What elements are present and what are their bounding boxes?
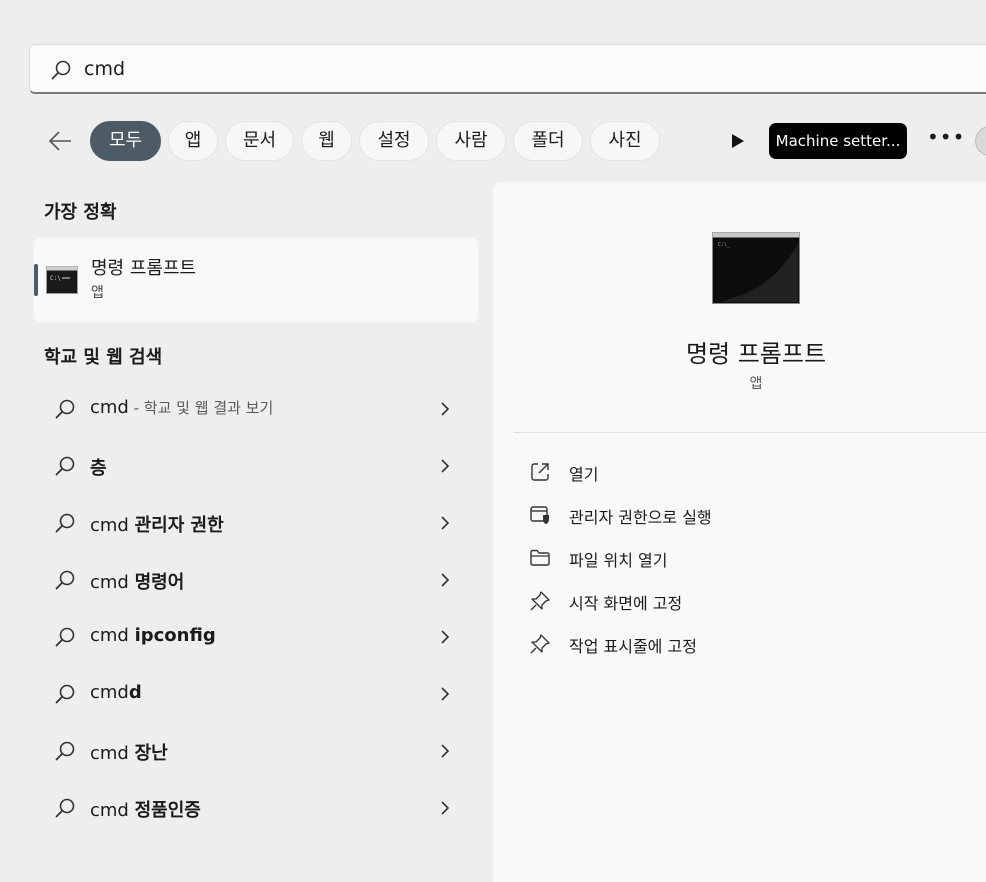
chevron-right-icon [438, 570, 452, 594]
action-label: 관리자 권한으로 실행 [569, 508, 712, 527]
preview-subtitle: 앱 [749, 376, 763, 392]
command-prompt-icon: C:\_ [712, 232, 800, 308]
avatar[interactable] [975, 126, 986, 156]
divider [514, 432, 986, 433]
list-item[interactable]: cmd 장난 [34, 726, 478, 776]
best-match-name: 명령 프롬프트 [91, 258, 197, 279]
search-icon [50, 59, 72, 85]
svg-text:C:\_: C:\_ [718, 242, 731, 248]
result-query: cmd [90, 572, 135, 593]
search-icon [54, 512, 76, 538]
search-icon [54, 398, 76, 424]
result-query: cmd [90, 625, 135, 646]
folder-icon [529, 547, 551, 573]
filter-chip-folders[interactable]: 폴더 [513, 121, 583, 161]
filter-chip-people[interactable]: 사람 [436, 121, 506, 161]
search-icon [54, 683, 76, 709]
filter-chip-photos[interactable]: 사진 [590, 121, 660, 161]
list-item[interactable]: cmd ipconfig [34, 612, 478, 662]
search-icon [54, 740, 76, 766]
svg-text:C:\: C:\ [50, 275, 61, 282]
chevron-right-icon [438, 684, 452, 708]
play-icon[interactable] [728, 131, 748, 151]
result-query: cmd [90, 397, 129, 418]
list-item[interactable]: cmd - 학교 및 웹 결과 보기 [34, 384, 478, 434]
result-suffix: 정품인증 [134, 800, 201, 821]
action-label: 열기 [569, 465, 599, 484]
list-item[interactable]: 층 [34, 441, 478, 491]
search-icon [54, 626, 76, 652]
result-suffix: 명령어 [134, 572, 185, 593]
selection-indicator [34, 264, 38, 296]
chevron-right-icon [438, 741, 452, 765]
result-detail: - 학교 및 웹 결과 보기 [128, 399, 274, 417]
preview-title: 명령 프롬프트 [685, 340, 827, 368]
filter-chip-web[interactable]: 웹 [301, 121, 352, 161]
web-search-heading: 학교 및 웹 검색 [44, 347, 163, 368]
chevron-right-icon [438, 627, 452, 651]
machine-setter-chip[interactable]: Machine setter... [769, 123, 907, 159]
chevron-right-icon [438, 399, 452, 423]
chevron-right-icon [438, 513, 452, 537]
filter-chip-documents[interactable]: 문서 [225, 121, 294, 161]
action-label: 작업 표시줄에 고정 [569, 637, 697, 656]
search-input[interactable]: cmd [84, 58, 125, 80]
result-suffix: ipconfig [134, 625, 216, 646]
best-match-type: 앱 [91, 285, 104, 301]
action-label: 파일 위치 열기 [569, 551, 668, 570]
more-options-button[interactable]: ••• [927, 127, 964, 152]
result-suffix: 장난 [134, 743, 168, 764]
admin-shield-icon [529, 504, 551, 530]
back-arrow-icon[interactable] [46, 127, 74, 155]
open-external-icon [529, 461, 551, 487]
filter-chip-settings[interactable]: 설정 [359, 121, 429, 161]
search-icon [54, 569, 76, 595]
chevron-right-icon [438, 456, 452, 480]
best-match-heading: 가장 정확 [44, 202, 117, 223]
preview-pane: C:\_ 명령 프롬프트 앱 열기 관리자 권한으로 실행 파일 위치 열기 시… [493, 182, 986, 882]
list-item[interactable]: cmd 정품인증 [34, 783, 478, 833]
list-item[interactable]: cmdd [34, 669, 478, 719]
filter-chip-all[interactable]: 모두 [90, 121, 161, 161]
action-label: 시작 화면에 고정 [569, 594, 683, 613]
command-prompt-icon: C:\ [46, 266, 78, 298]
pin-icon [529, 590, 551, 616]
chevron-right-icon [438, 798, 452, 822]
result-query: cmd [90, 515, 135, 536]
search-box[interactable]: cmd [29, 44, 986, 94]
result-suffix: 관리자 권한 [134, 515, 224, 536]
best-match-card[interactable]: C:\ 명령 프롬프트 앱 [34, 238, 478, 322]
list-item[interactable]: cmd 관리자 권한 [34, 498, 478, 548]
list-item[interactable]: cmd 명령어 [34, 555, 478, 605]
result-query: cmd [90, 682, 129, 703]
result-suffix: d [128, 682, 142, 703]
result-query: cmd [90, 743, 135, 764]
filter-chip-apps[interactable]: 앱 [168, 121, 218, 161]
result-suffix: 층 [90, 458, 107, 479]
search-icon [54, 455, 76, 481]
pin-icon [529, 633, 551, 659]
result-query: cmd [90, 800, 135, 821]
search-icon [54, 797, 76, 823]
